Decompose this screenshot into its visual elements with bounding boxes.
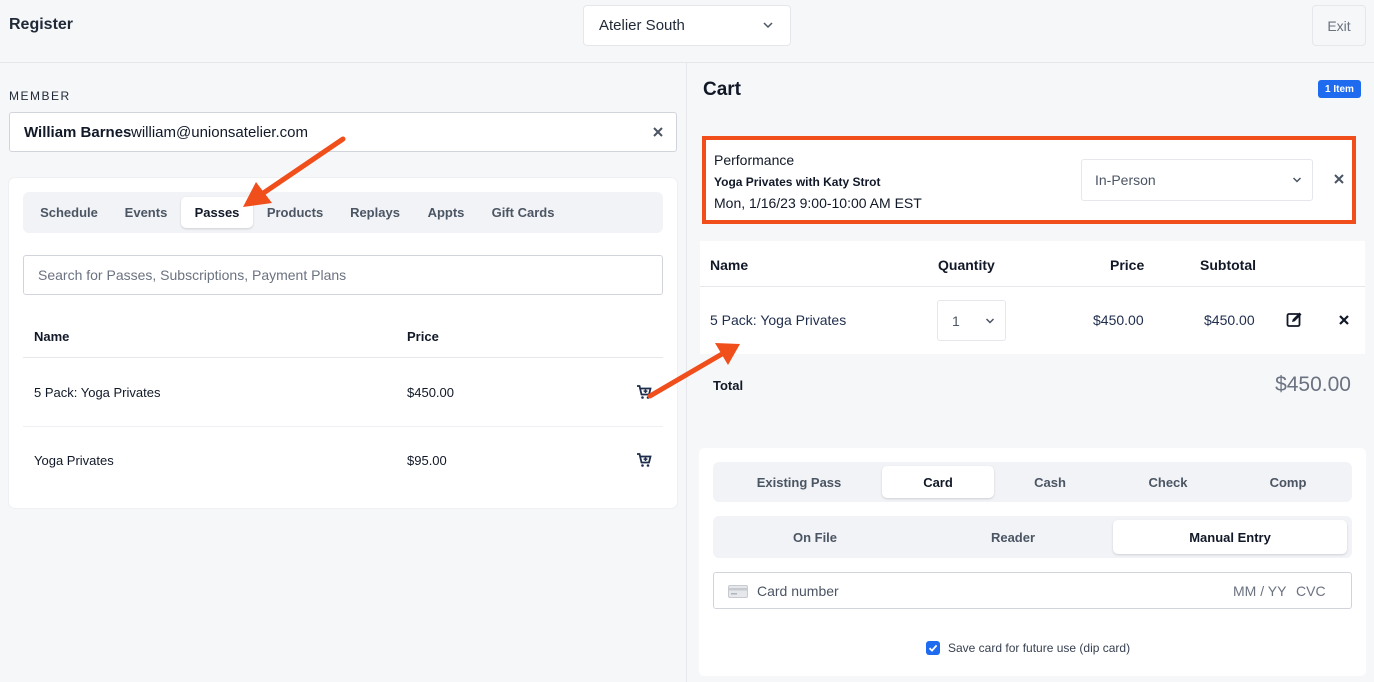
member-field[interactable]: William Barnes william@unionsatelier.com	[9, 112, 677, 152]
cvc-placeholder: CVC	[1296, 583, 1326, 599]
chevron-down-icon	[1292, 177, 1302, 183]
tab-passes[interactable]: Passes	[181, 197, 253, 228]
search-input[interactable]	[23, 255, 663, 295]
member-name: William Barnes	[24, 124, 132, 141]
total-label: Total	[713, 378, 744, 393]
payment-card: Existing Pass Card Cash Check Comp On Fi…	[699, 448, 1366, 676]
catalog-tabs: Schedule Events Passes Products Replays …	[23, 192, 663, 233]
tab-gift-cards[interactable]: Gift Cards	[481, 197, 565, 228]
card-number-placeholder: Card number	[757, 583, 839, 599]
column-price: Price	[1110, 257, 1145, 273]
tab-manual-entry[interactable]: Manual Entry	[1113, 520, 1347, 554]
card-mode-tabs: On File Reader Manual Entry	[713, 516, 1352, 558]
add-to-cart-icon[interactable]	[636, 452, 652, 468]
tab-events[interactable]: Events	[115, 197, 177, 228]
catalog-pane: MEMBER William Barnes william@unionsatel…	[0, 63, 687, 682]
card-number-input[interactable]: Card number MM / YY CVC	[713, 572, 1352, 609]
column-subtotal: Subtotal	[1200, 257, 1256, 273]
attendance-select[interactable]: In-Person	[1081, 159, 1313, 201]
edit-icon[interactable]	[1286, 311, 1303, 328]
close-icon[interactable]	[1338, 314, 1350, 326]
table-row: 5 Pack: Yoga Privates $450.00	[23, 359, 663, 427]
payment-method-tabs: Existing Pass Card Cash Check Comp	[713, 462, 1352, 502]
save-card-label: Save card for future use (dip card)	[948, 641, 1131, 655]
tab-schedule[interactable]: Schedule	[29, 197, 109, 228]
cart-table: Name Quantity Price Subtotal 5 Pack: Yog…	[700, 241, 1365, 354]
table-header: Name Quantity Price Subtotal	[700, 241, 1365, 287]
close-icon[interactable]	[652, 126, 664, 138]
attendance-value: In-Person	[1095, 172, 1156, 188]
item-subtotal: $450.00	[1204, 312, 1255, 328]
expiry-placeholder: MM / YY	[1233, 583, 1287, 599]
pass-name: Yoga Privates	[34, 453, 114, 468]
booking-card: Performance Yoga Privates with Katy Stro…	[702, 136, 1356, 224]
pass-name: 5 Pack: Yoga Privates	[34, 385, 161, 400]
tab-replays[interactable]: Replays	[337, 197, 413, 228]
location-value: Atelier South	[599, 17, 685, 34]
chevron-down-icon	[763, 22, 773, 29]
total-value: $450.00	[1275, 373, 1351, 396]
column-quantity: Quantity	[938, 257, 995, 273]
booking-event: Yoga Privates with Katy Strot	[714, 175, 881, 189]
cart-pane: Cart 1 Item Performance Yoga Privates wi…	[688, 63, 1374, 682]
cart-title: Cart	[703, 79, 742, 100]
add-to-cart-icon[interactable]	[636, 384, 652, 400]
member-label: MEMBER	[9, 89, 71, 103]
page-title: Register	[9, 16, 74, 33]
tab-appts[interactable]: Appts	[417, 197, 475, 228]
pass-price: $450.00	[407, 385, 454, 400]
table-header: Name Price	[23, 318, 663, 358]
exit-button[interactable]: Exit	[1312, 5, 1366, 46]
chevron-down-icon	[985, 318, 995, 324]
table-row: Yoga Privates $95.00	[23, 427, 663, 495]
item-count-badge: 1 Item	[1318, 80, 1361, 98]
save-card-checkbox[interactable]	[926, 641, 940, 655]
column-price: Price	[407, 329, 439, 344]
tab-products[interactable]: Products	[259, 197, 331, 228]
tab-comp[interactable]: Comp	[1233, 466, 1343, 498]
pass-price: $95.00	[407, 453, 447, 468]
member-email: william@unionsatelier.com	[131, 124, 308, 141]
item-price: $450.00	[1093, 312, 1144, 328]
booking-time: Mon, 1/16/23 9:00-10:00 AM EST	[714, 195, 922, 211]
location-select[interactable]: Atelier South	[583, 5, 791, 46]
check-icon	[928, 644, 938, 652]
tab-cash[interactable]: Cash	[997, 466, 1103, 498]
table-row: 5 Pack: Yoga Privates 1 $450.00 $450.00	[700, 287, 1365, 354]
tab-card[interactable]: Card	[882, 466, 994, 498]
quantity-value: 1	[952, 313, 960, 329]
top-bar: Register Atelier South Exit	[0, 0, 1374, 63]
item-name: 5 Pack: Yoga Privates	[710, 312, 847, 328]
column-name: Name	[710, 257, 749, 273]
save-card-option: Save card for future use (dip card)	[926, 640, 1130, 656]
quantity-select[interactable]: 1	[937, 300, 1006, 341]
booking-type: Performance	[714, 152, 795, 168]
tab-existing-pass[interactable]: Existing Pass	[719, 466, 879, 498]
tab-reader[interactable]: Reader	[915, 520, 1111, 554]
close-icon[interactable]	[1333, 173, 1345, 185]
tab-on-file[interactable]: On File	[717, 520, 913, 554]
catalog-card: Schedule Events Passes Products Replays …	[9, 178, 677, 508]
tab-check[interactable]: Check	[1113, 466, 1223, 498]
credit-card-icon	[728, 585, 748, 598]
column-name: Name	[34, 329, 70, 344]
